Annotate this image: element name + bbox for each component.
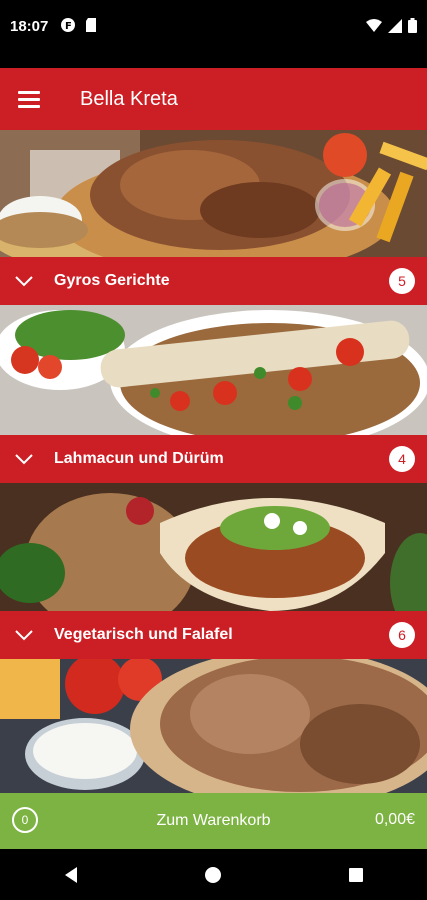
app-bar: Bella Kreta [0, 68, 427, 130]
category-image-gyros-tzatziki[interactable] [0, 659, 427, 793]
category-label: Lahmacun und Dürüm [54, 450, 224, 467]
hamburger-menu-icon[interactable] [18, 84, 48, 114]
category-label: Gyros Gerichte [54, 272, 170, 289]
home-circle-icon [205, 866, 222, 883]
status-bar: 18:07 F [0, 0, 427, 68]
battery-icon [408, 18, 417, 33]
recents-square-icon [348, 867, 363, 882]
app-title: Bella Kreta [80, 87, 178, 110]
status-right-icons [366, 18, 417, 33]
system-nav-bar [0, 849, 427, 900]
gyros-plate-image [0, 130, 427, 257]
status-left-icons: F [60, 17, 98, 33]
category-gyros-gerichte[interactable]: Gyros Gerichte 5 [0, 257, 427, 305]
category-image-falafel[interactable] [0, 483, 427, 611]
svg-text:F: F [65, 21, 72, 32]
cart-button[interactable]: 0 Zum Warenkorb 0,00€ [0, 793, 427, 849]
chevron-down-icon [15, 630, 33, 641]
category-count-badge: 4 [389, 446, 415, 472]
back-triangle-icon [65, 866, 78, 883]
sd-card-icon [86, 18, 96, 32]
category-vegetarisch-und-falafel[interactable]: Vegetarisch und Falafel 6 [0, 611, 427, 659]
home-nav-button[interactable] [193, 855, 233, 895]
gyros-tzatziki-image [0, 659, 427, 793]
category-label: Vegetarisch und Falafel [54, 626, 233, 643]
category-image-gyros[interactable] [0, 130, 427, 257]
cart-total: 0,00€ [374, 811, 415, 828]
wifi-icon [366, 18, 382, 32]
lahmacun-image [0, 305, 427, 435]
falafel-pita-image [0, 483, 427, 611]
chevron-down-icon [15, 454, 33, 465]
chevron-down-icon [15, 276, 33, 287]
category-lahmacun-und-duerum[interactable]: Lahmacun und Dürüm 4 [0, 435, 427, 483]
recents-nav-button[interactable] [336, 855, 376, 895]
cellular-signal-icon [388, 18, 402, 33]
category-count-badge: 5 [389, 268, 415, 294]
category-image-lahmacun[interactable] [0, 305, 427, 435]
back-nav-button[interactable] [51, 855, 91, 895]
app-notification-icon: F [61, 18, 75, 32]
status-time: 18:07 [10, 18, 49, 35]
category-count-badge: 6 [389, 622, 415, 648]
cart-label: Zum Warenkorb [156, 812, 271, 829]
